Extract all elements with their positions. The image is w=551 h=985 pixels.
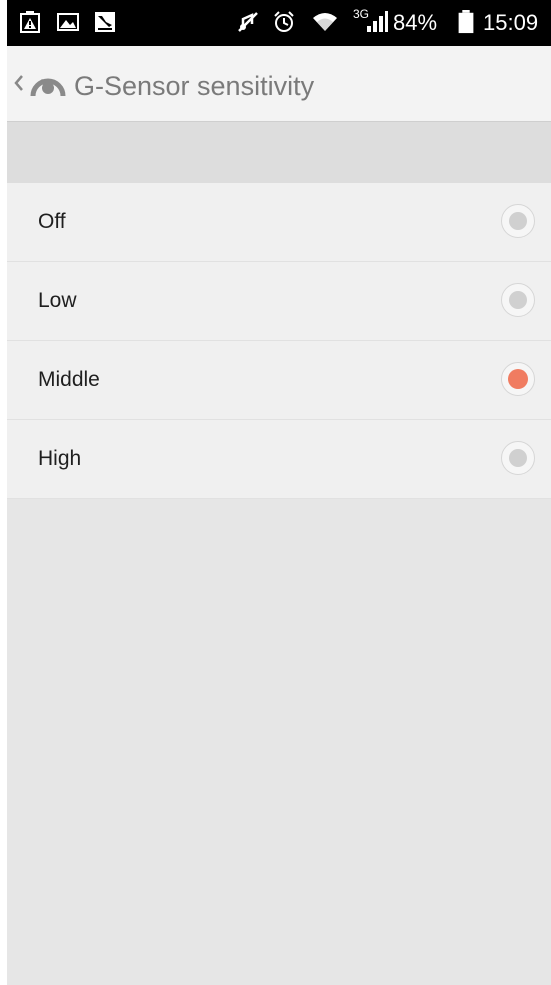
battery-percent: 84%: [393, 10, 438, 35]
status-bar: 3G 84% 15:09: [7, 0, 551, 46]
radio-button[interactable]: [501, 441, 535, 475]
section-header: [7, 122, 551, 183]
signal-icon: [367, 11, 388, 32]
radio-dot: [509, 212, 527, 230]
app-bar: G-Sensor sensitivity: [7, 46, 551, 122]
radio-button[interactable]: [501, 204, 535, 238]
page-title: G-Sensor sensitivity: [74, 71, 315, 101]
radio-button[interactable]: [501, 362, 535, 396]
clock: 15:09: [483, 10, 539, 35]
sensitivity-options-list: Off Low Middle High: [7, 183, 551, 499]
alarm-icon: [274, 11, 294, 32]
screen: 3G 84% 15:09 G-Sensor sensitivity Off Low…: [7, 0, 551, 985]
bird-app-icon: [95, 12, 115, 32]
option-row-middle[interactable]: Middle: [7, 341, 551, 420]
wifi-icon: [313, 13, 337, 31]
mute-icon: [238, 12, 258, 32]
radio-dot: [508, 369, 528, 389]
back-chevron-icon[interactable]: [11, 68, 27, 98]
battery-icon: [458, 10, 474, 34]
radio-button[interactable]: [501, 283, 535, 317]
radio-dot: [509, 449, 527, 467]
option-row-off[interactable]: Off: [7, 183, 551, 262]
radio-dot: [509, 291, 527, 309]
gauge-app-icon[interactable]: [29, 68, 67, 100]
option-label: Middle: [38, 368, 100, 391]
option-label: High: [38, 447, 82, 470]
option-label: Off: [38, 210, 66, 233]
option-row-high[interactable]: High: [7, 420, 551, 499]
gallery-icon: [57, 13, 79, 31]
option-row-low[interactable]: Low: [7, 262, 551, 341]
screenshot-alert-icon: [20, 11, 40, 33]
option-label: Low: [38, 289, 77, 312]
